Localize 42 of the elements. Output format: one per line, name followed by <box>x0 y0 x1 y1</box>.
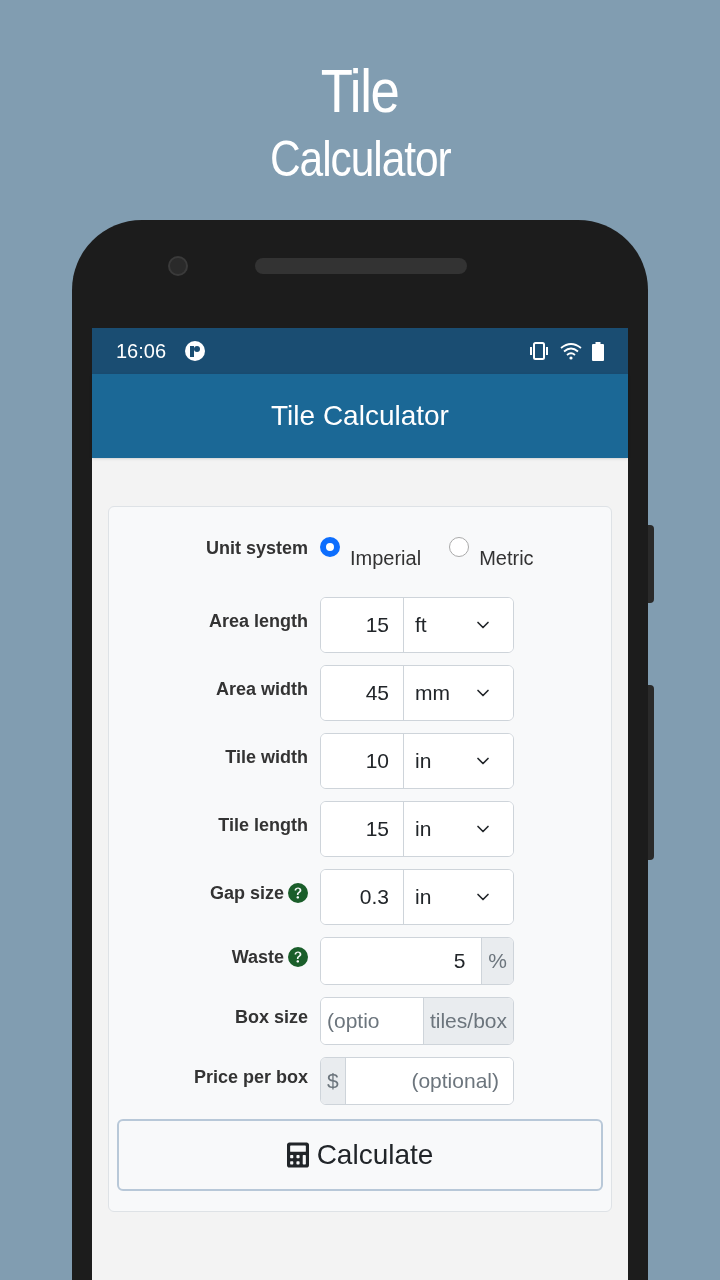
radio-option[interactable]: Imperial <box>320 535 422 573</box>
radio-button[interactable] <box>449 537 470 557</box>
promo-title: Tile <box>321 60 399 122</box>
unit-input-group[interactable]: 0.3 in <box>320 869 514 925</box>
unit-addon: % <box>481 938 513 984</box>
notification-icon <box>184 340 207 362</box>
app-title: Tile Calculator <box>271 399 449 433</box>
unit-dropdown[interactable]: in <box>403 870 513 924</box>
input-group[interactable]: 5 % <box>320 937 514 985</box>
unit-dropdown[interactable]: in <box>403 734 513 788</box>
field-label: Price per box <box>193 1065 308 1089</box>
unit-input-group[interactable]: 15 in <box>320 801 514 857</box>
vibrate-icon <box>528 342 550 360</box>
help-icon[interactable] <box>288 947 308 967</box>
radio-option[interactable]: Metric <box>449 535 534 573</box>
field-label: Waste <box>231 945 284 969</box>
price-input-group[interactable]: $ (optional) <box>320 1057 514 1105</box>
status-time: 16:06 <box>116 339 167 364</box>
unit-input-group[interactable]: 15 ft <box>320 597 514 653</box>
unit-addon: tiles/box <box>422 998 513 1044</box>
unit-input-group[interactable]: 10 in <box>320 733 514 789</box>
camera-icon <box>168 256 188 276</box>
calculator-icon <box>286 1142 309 1168</box>
unit-dropdown[interactable]: in <box>403 802 513 856</box>
calculate-button[interactable]: Calculate <box>117 1119 603 1191</box>
wifi-icon <box>560 342 582 360</box>
promo-subtitle: Calculator <box>269 134 451 184</box>
help-icon[interactable] <box>288 883 308 903</box>
unit-dropdown[interactable]: ft <box>403 598 513 652</box>
field-label: Area width <box>216 677 308 701</box>
radio-button[interactable] <box>320 537 340 557</box>
input-group[interactable]: (optio tiles/box <box>320 997 514 1045</box>
field-label: Gap size <box>209 881 284 905</box>
field-label: Tile length <box>218 813 308 837</box>
field-label: Area length <box>208 609 308 633</box>
field-label: Unit system <box>205 537 308 560</box>
field-label: Tile width <box>225 745 308 769</box>
currency-addon: $ <box>321 1058 346 1104</box>
unit-dropdown[interactable]: mm <box>403 666 513 720</box>
unit-input-group[interactable]: 45 mm <box>320 665 514 721</box>
field-label: Box size <box>234 1005 308 1029</box>
battery-icon <box>592 341 604 361</box>
